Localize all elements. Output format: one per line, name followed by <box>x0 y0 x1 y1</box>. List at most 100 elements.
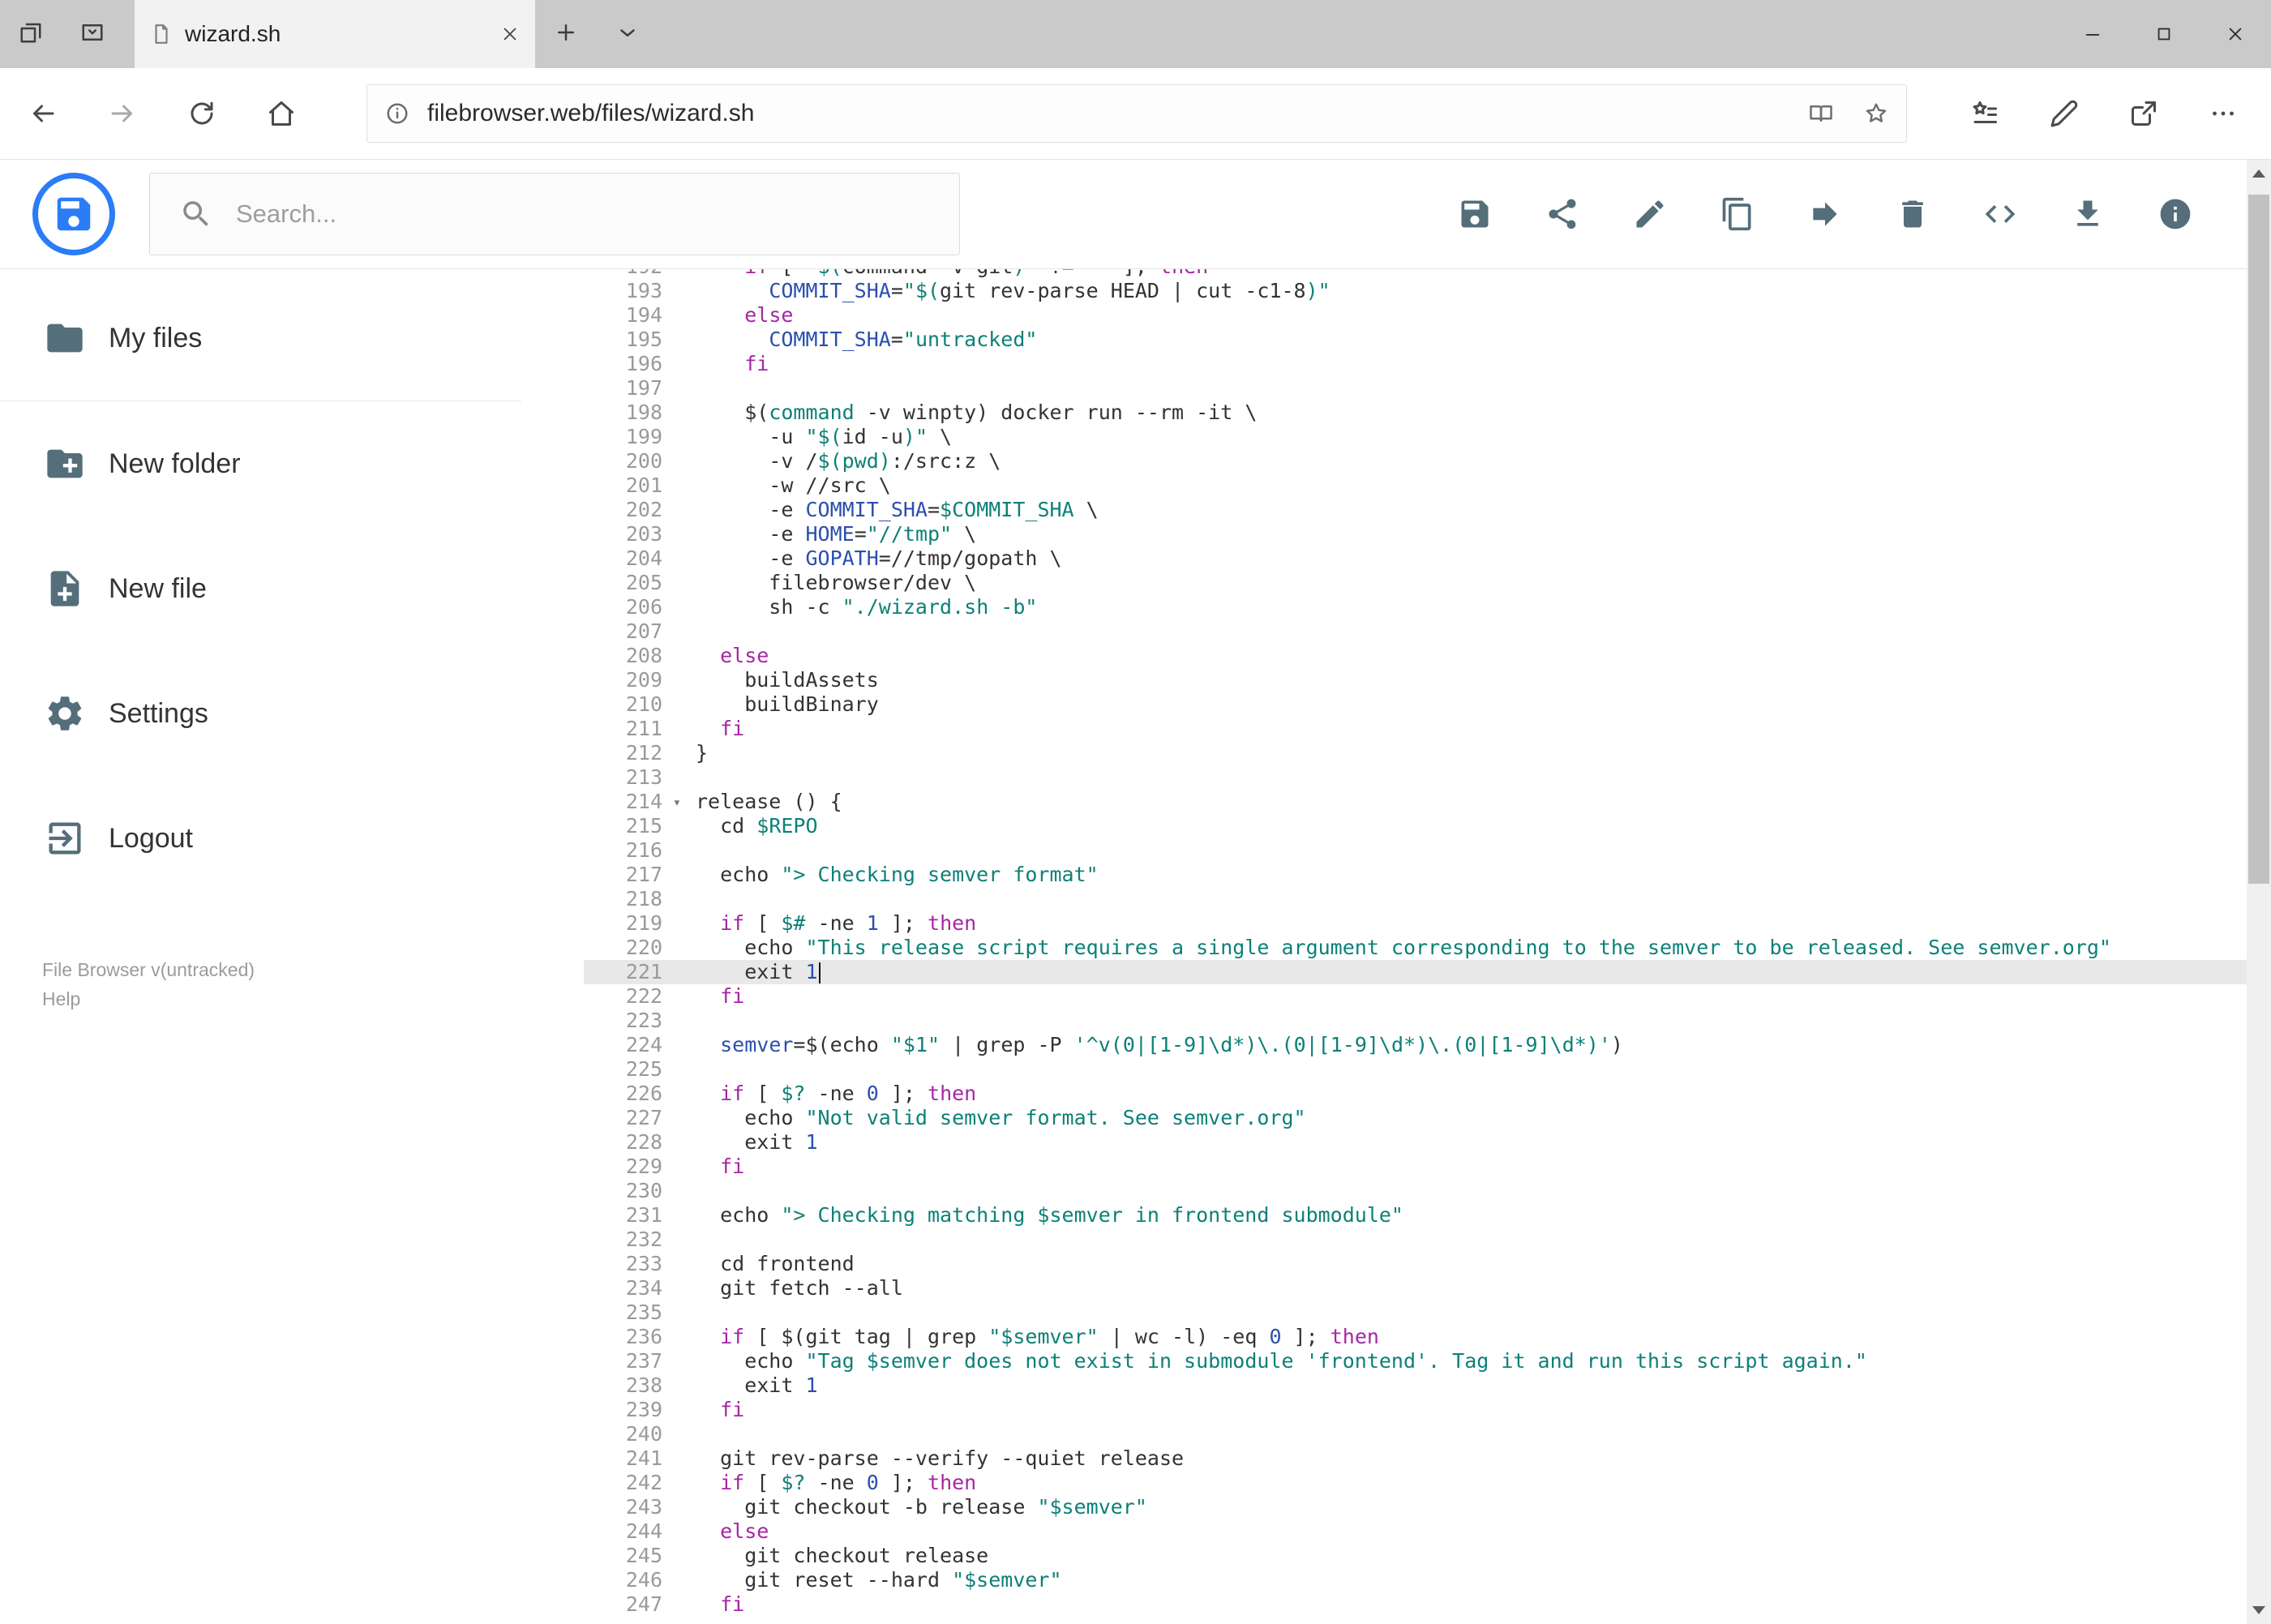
sidebar-item-settings[interactable]: Settings <box>0 677 584 750</box>
code-line[interactable]: 199 -u "$(id -u)" \ <box>584 425 2271 449</box>
code-line[interactable]: 238 exit 1 <box>584 1373 2271 1398</box>
download-button[interactable] <box>2063 190 2112 238</box>
tab-wizard-sh[interactable]: wizard.sh <box>135 0 535 68</box>
code-line[interactable]: 193 COMMIT_SHA="$(git rev-parse HEAD | c… <box>584 279 2271 303</box>
code-line[interactable]: 203 -e HOME="//tmp" \ <box>584 522 2271 546</box>
code-line[interactable]: 240 <box>584 1422 2271 1446</box>
sidebar-item-my-files[interactable]: My files <box>0 302 584 375</box>
code-line[interactable]: 245 git checkout release <box>584 1544 2271 1568</box>
code-line[interactable]: 206 sh -c "./wizard.sh -b" <box>584 595 2271 619</box>
minimize-button[interactable] <box>2057 0 2128 68</box>
code-line[interactable]: 227 echo "Not valid semver format. See s… <box>584 1106 2271 1130</box>
code-line[interactable]: 230 <box>584 1179 2271 1203</box>
scroll-up-arrow[interactable] <box>2247 160 2271 187</box>
code-line[interactable]: 228 exit 1 <box>584 1130 2271 1155</box>
close-tab-icon[interactable] <box>501 25 519 43</box>
code-line[interactable]: 236 if [ $(git tag | grep "$semver" | wc… <box>584 1325 2271 1349</box>
delete-button[interactable] <box>1888 190 1937 238</box>
share-button[interactable] <box>1538 190 1587 238</box>
back-button[interactable] <box>3 68 83 159</box>
code-line[interactable]: 211 fi <box>584 717 2271 741</box>
filebrowser-logo[interactable] <box>32 173 115 255</box>
code-line[interactable]: 229 fi <box>584 1155 2271 1179</box>
search-input[interactable] <box>236 199 949 229</box>
hub-button[interactable] <box>1945 99 2025 128</box>
code-line[interactable]: 209 buildAssets <box>584 668 2271 692</box>
code-line[interactable]: 216 <box>584 838 2271 863</box>
tab-list-button[interactable] <box>597 0 658 68</box>
code-line[interactable]: 241 git rev-parse --verify --quiet relea… <box>584 1446 2271 1471</box>
code-line[interactable]: 212} <box>584 741 2271 765</box>
share-page-button[interactable] <box>2104 99 2183 128</box>
code-line[interactable]: 205 filebrowser/dev \ <box>584 571 2271 595</box>
code-line[interactable]: 224 semver=$(echo "$1" | grep -P '^v(0|[… <box>584 1033 2271 1057</box>
set-tabs-aside-button[interactable] <box>0 0 62 68</box>
search-bar[interactable] <box>149 173 960 255</box>
code-line[interactable]: 197 <box>584 376 2271 401</box>
fold-toggle-icon[interactable]: ▾ <box>673 791 681 815</box>
sidebar-item-new-file[interactable]: New file <box>0 552 584 625</box>
code-line[interactable]: 217 echo "> Checking semver format" <box>584 863 2271 887</box>
code-line[interactable]: 231 echo "> Checking matching $semver in… <box>584 1203 2271 1228</box>
maximize-button[interactable] <box>2128 0 2200 68</box>
code-line[interactable]: 213 <box>584 765 2271 790</box>
code-line[interactable]: 247 fi <box>584 1592 2271 1617</box>
code-line[interactable]: 220 echo "This release script requires a… <box>584 936 2271 960</box>
code-line[interactable]: 198 $(command -v winpty) docker run --rm… <box>584 401 2271 425</box>
sidebar-item-new-folder[interactable]: New folder <box>0 427 584 500</box>
code-line[interactable]: 226 if [ $? -ne 0 ]; then <box>584 1082 2271 1106</box>
reading-view-icon[interactable] <box>1809 101 1833 126</box>
scroll-down-arrow[interactable] <box>2247 1596 2271 1624</box>
code-line[interactable]: 244 else <box>584 1519 2271 1544</box>
new-tab-button[interactable] <box>535 0 597 68</box>
url-text[interactable]: filebrowser.web/files/wizard.sh <box>427 100 1778 127</box>
move-button[interactable] <box>1801 190 1849 238</box>
scrollbar-thumb[interactable] <box>2248 195 2269 884</box>
address-bar[interactable]: filebrowser.web/files/wizard.sh <box>366 84 1907 143</box>
code-line[interactable]: 242 if [ $? -ne 0 ]; then <box>584 1471 2271 1495</box>
code-line[interactable]: 225 <box>584 1057 2271 1082</box>
code-line[interactable]: 204 -e GOPATH=//tmp/gopath \ <box>584 546 2271 571</box>
copy-button[interactable] <box>1713 190 1762 238</box>
code-line[interactable]: 223 <box>584 1009 2271 1033</box>
code-line[interactable]: 192 if [ "$(command -v git)" != "" ]; th… <box>584 269 2271 279</box>
code-line[interactable]: 195 COMMIT_SHA="untracked" <box>584 328 2271 352</box>
code-line[interactable]: 218 <box>584 887 2271 911</box>
code-line[interactable]: 234 git fetch --all <box>584 1276 2271 1300</box>
help-link[interactable]: Help <box>42 984 80 1013</box>
code-line[interactable]: 237 echo "Tag $semver does not exist in … <box>584 1349 2271 1373</box>
code-line[interactable]: 233 cd frontend <box>584 1252 2271 1276</box>
raw-code-button[interactable] <box>1976 190 2025 238</box>
info-button[interactable] <box>2151 190 2200 238</box>
code-line[interactable]: 207 <box>584 619 2271 644</box>
code-line[interactable]: 214 ▾ release () { <box>584 790 2271 814</box>
code-line[interactable]: 246 git reset --hard "$semver" <box>584 1568 2271 1592</box>
code-line[interactable]: 243 git checkout -b release "$semver" <box>584 1495 2271 1519</box>
code-line[interactable]: 194 else <box>584 303 2271 328</box>
vertical-scrollbar[interactable] <box>2247 160 2271 1624</box>
code-line[interactable]: 215 cd $REPO <box>584 814 2271 838</box>
save-button[interactable] <box>1450 190 1499 238</box>
refresh-button[interactable] <box>162 68 242 159</box>
edit-button[interactable] <box>1626 190 1674 238</box>
web-note-button[interactable] <box>2025 99 2104 128</box>
sidebar-item-logout[interactable]: Logout <box>0 802 584 875</box>
code-line[interactable]: 221 exit 1 <box>584 960 2271 984</box>
code-line[interactable]: 200 -v /$(pwd):/src:z \ <box>584 449 2271 473</box>
code-line[interactable]: 222 fi <box>584 984 2271 1009</box>
tabs-preview-button[interactable] <box>62 0 123 68</box>
code-line[interactable]: 201 -w //src \ <box>584 473 2271 498</box>
code-line[interactable]: 202 -e COMMIT_SHA=$COMMIT_SHA \ <box>584 498 2271 522</box>
more-button[interactable] <box>2183 99 2263 128</box>
favorite-star-icon[interactable] <box>1864 101 1888 126</box>
code-line[interactable]: 208 else <box>584 644 2271 668</box>
close-window-button[interactable] <box>2200 0 2271 68</box>
home-button[interactable] <box>242 68 321 159</box>
code-line[interactable]: 210 buildBinary <box>584 692 2271 717</box>
code-editor[interactable]: 192 if [ "$(command -v git)" != "" ]; th… <box>584 269 2271 1624</box>
code-line[interactable]: 239 fi <box>584 1398 2271 1422</box>
code-line[interactable]: 232 <box>584 1228 2271 1252</box>
code-line[interactable]: 219 if [ $# -ne 1 ]; then <box>584 911 2271 936</box>
code-line[interactable]: 235 <box>584 1300 2271 1325</box>
forward-button[interactable] <box>83 68 162 159</box>
